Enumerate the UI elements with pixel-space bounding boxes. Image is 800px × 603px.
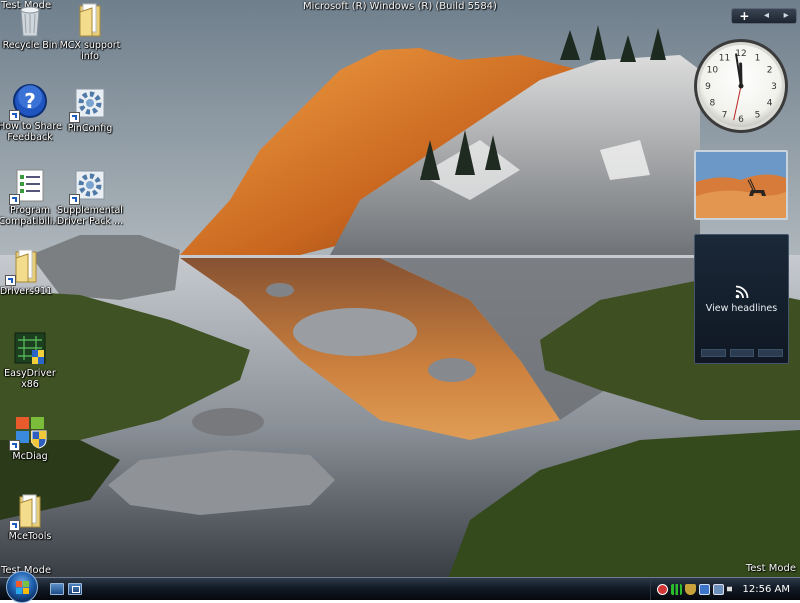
volume-icon[interactable] [727, 584, 738, 595]
clock-numeral: 9 [705, 82, 711, 92]
folder-icon [8, 248, 44, 284]
clock-gadget[interactable]: 123456789101112 [692, 37, 790, 135]
gear-icon [72, 85, 108, 121]
slideshow-gadget[interactable] [694, 150, 788, 220]
gear-icon [72, 167, 108, 203]
shortcut-arrow-icon [5, 275, 16, 286]
notification-area: 12:56 AM [650, 578, 800, 600]
windows-logo-icon [16, 581, 29, 594]
feed-nav-segment [758, 349, 783, 357]
start-button[interactable] [6, 571, 38, 603]
feed-headlines-gadget[interactable]: View headlines [694, 234, 789, 364]
desktop-icon-pinconfig[interactable]: PinConfig [55, 85, 125, 134]
desktop-icon-label: PinConfig [55, 123, 125, 134]
desktop-icon-mcdiag[interactable]: McDiag [0, 413, 65, 462]
feed-navigation [701, 349, 783, 357]
recycle-bin-icon [12, 2, 48, 38]
display-icon[interactable] [699, 584, 710, 595]
windows-shield-icon [12, 413, 48, 449]
desktop-icon-label: Supplemental Driver Pack ... [55, 205, 125, 227]
clock-numeral: 10 [707, 66, 719, 76]
feed-nav-segment [730, 349, 755, 357]
clock-numeral: 5 [755, 111, 761, 121]
folder-icon [12, 493, 48, 529]
shortcut-arrow-icon [69, 112, 80, 123]
desktop-icon-label: MceTools [0, 531, 65, 542]
show-desktop-icon[interactable] [50, 583, 64, 595]
test-mode-watermark-bottom-right: Test Mode [746, 563, 796, 574]
clock-numeral: 4 [767, 99, 773, 109]
desktop-icon-mcetools[interactable]: MceTools [0, 493, 65, 542]
desktop-icon-label: MCX support info [55, 40, 125, 62]
view-headlines-label: View headlines [695, 303, 788, 314]
clock-numeral: 1 [755, 53, 761, 63]
network-icon[interactable] [713, 584, 724, 595]
checklist-icon [12, 167, 48, 203]
help-icon: ? [12, 83, 48, 119]
clock-numeral: 3 [771, 82, 777, 92]
clock-numeral: 8 [710, 99, 716, 109]
switch-windows-icon[interactable] [68, 583, 82, 595]
sidebar-prev-button[interactable]: ◂ [764, 9, 769, 23]
shortcut-arrow-icon [9, 194, 20, 205]
taskbar: 12:56 AM [0, 577, 800, 600]
desktop-icon-label: Drivers911 [0, 286, 61, 297]
shortcut-arrow-icon [69, 194, 80, 205]
desktop-icon-mcx-support-info[interactable]: MCX support info [55, 2, 125, 62]
desktop-icon-supplemental-driver-pack[interactable]: Supplemental Driver Pack ... [55, 167, 125, 227]
shield-icon[interactable] [685, 584, 696, 595]
clock-numeral: 11 [719, 53, 730, 63]
sidebar-controls: + ◂ ▸ [731, 8, 797, 24]
slideshow-image [696, 152, 786, 218]
shortcut-arrow-icon [9, 110, 20, 121]
shortcut-arrow-icon [9, 440, 20, 451]
folder-icon [72, 2, 108, 38]
taskbar-clock[interactable]: 12:56 AM [743, 584, 790, 595]
circuit-icon [12, 330, 48, 366]
clock-numeral: 2 [767, 66, 773, 76]
desktop-icon-drivers911[interactable]: Drivers911 [0, 248, 61, 297]
sidebar-next-button[interactable]: ▸ [784, 9, 789, 23]
svg-text:?: ? [24, 89, 36, 113]
desktop-icon-label: McDiag [0, 451, 65, 462]
clock-numeral: 7 [722, 111, 728, 121]
clock-numeral: 6 [738, 115, 744, 125]
feed-nav-segment [701, 349, 726, 357]
rss-feed-icon [735, 285, 749, 299]
signal-bars-icon[interactable] [671, 584, 682, 595]
desktop-icon-label: EasyDriver x86 [0, 368, 65, 390]
add-gadget-button[interactable]: + [739, 9, 749, 23]
desktop-icon-easydriver-x86[interactable]: EasyDriver x86 [0, 330, 65, 390]
error-x-icon[interactable] [657, 584, 668, 595]
shortcut-arrow-icon [9, 520, 20, 531]
